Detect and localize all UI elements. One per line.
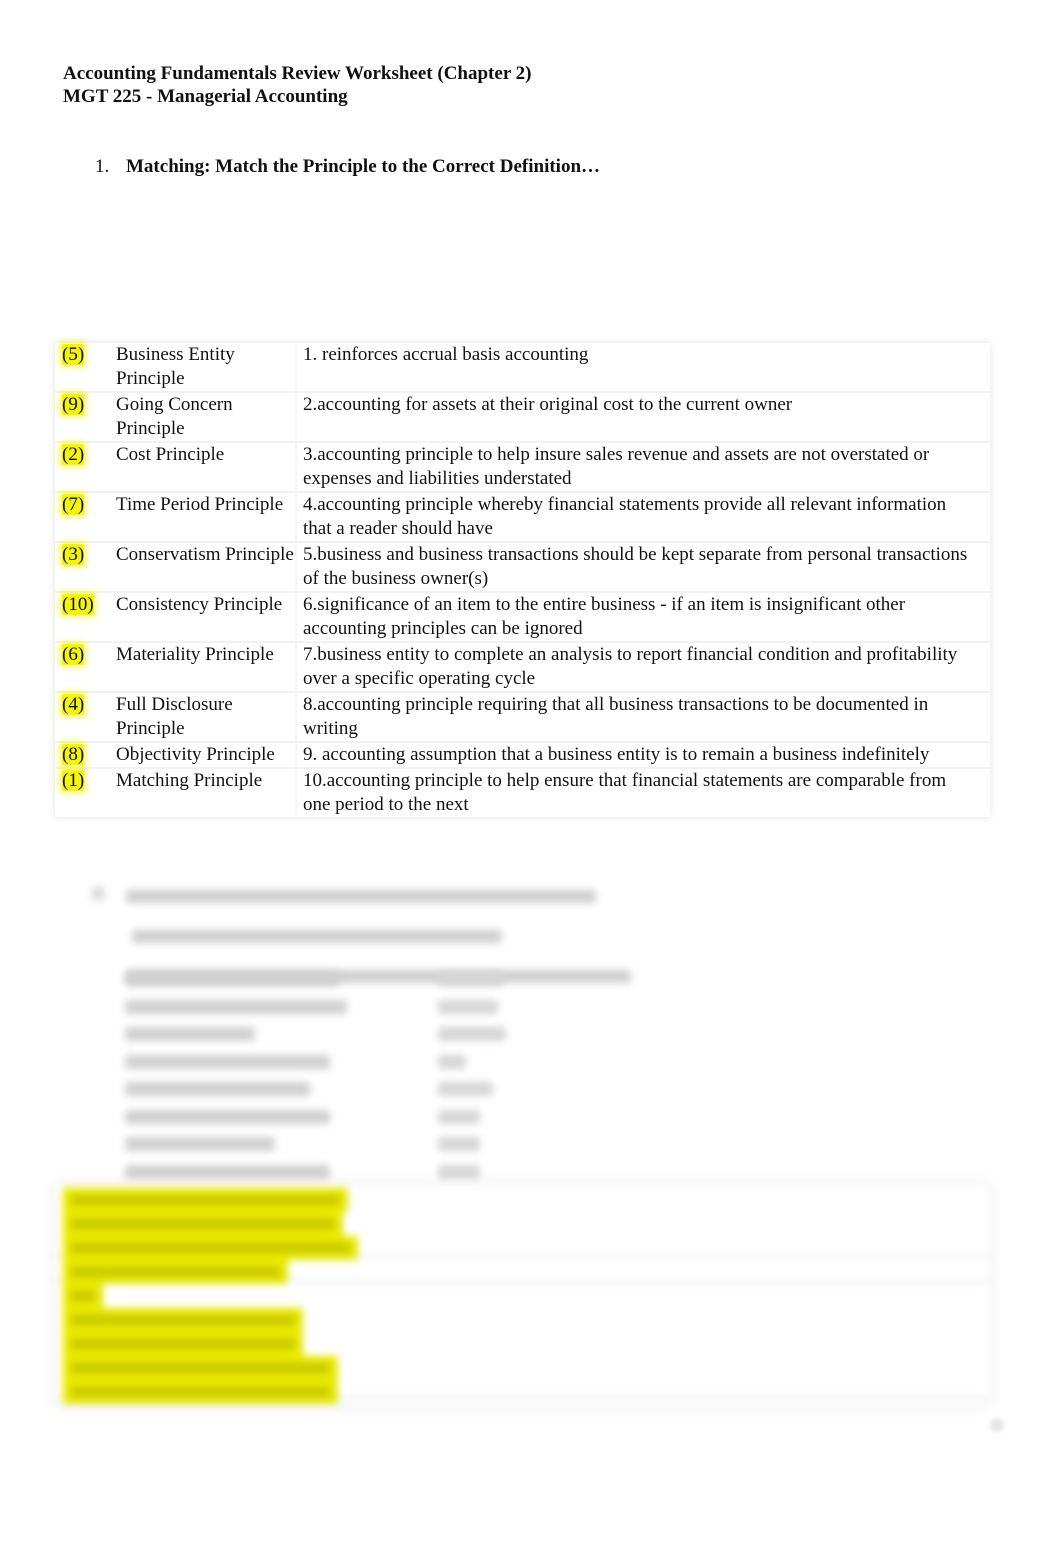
highlighted-answer: (3) bbox=[62, 544, 85, 565]
highlighted-answer: (10) bbox=[62, 594, 94, 615]
principle-cell: Going Concern Principle bbox=[105, 393, 297, 441]
document-header: Accounting Fundamentals Review Worksheet… bbox=[63, 62, 532, 108]
obscured-data-row bbox=[125, 1160, 525, 1188]
highlighted-answer: (5) bbox=[62, 344, 85, 365]
matching-row: (9) Going Concern Principle 2.accounting f… bbox=[55, 393, 990, 443]
principle-cell: Business Entity Principle bbox=[105, 343, 297, 391]
highlighted-answer-line bbox=[63, 1236, 358, 1260]
definition-cell: 7.business entity to complete an analysi… bbox=[303, 644, 958, 689]
definition-cell: 1. reinforces accrual basis accounting bbox=[303, 344, 589, 365]
matching-row: (8) Objectivity Principle 9. accounting as… bbox=[55, 743, 990, 769]
course-title: MGT 225 - Managerial Accounting bbox=[63, 86, 348, 107]
question-prompt: Matching: Match the Principle to the Cor… bbox=[126, 156, 601, 177]
highlighted-answer-line bbox=[63, 1380, 338, 1404]
matching-row: (3) Conservatism Principle 5.business and… bbox=[55, 543, 990, 593]
question-number: 1. bbox=[95, 156, 110, 177]
answer-cell: (2) bbox=[55, 443, 105, 491]
highlighted-answer: (1) bbox=[62, 770, 85, 791]
principle-cell: Objectivity Principle bbox=[105, 743, 297, 767]
matching-row: (7) Time Period Principle 4.accounting pri… bbox=[55, 493, 990, 543]
highlighted-answer: (4) bbox=[62, 694, 85, 715]
question-1-heading: 1. Matching: Match the Principle to the C… bbox=[95, 155, 600, 178]
answer-cell: (10) bbox=[55, 593, 105, 641]
obscured-data-row bbox=[125, 1050, 525, 1078]
obscured-text-line bbox=[126, 890, 596, 903]
answer-cell: (8) bbox=[55, 743, 105, 767]
highlighted-answer-line bbox=[63, 1212, 343, 1236]
principle-cell: Consistency Principle bbox=[105, 593, 297, 641]
principle-cell: Materiality Principle bbox=[105, 643, 297, 691]
obscured-text-line bbox=[132, 930, 502, 943]
highlighted-answer-line bbox=[63, 1356, 338, 1380]
matching-row: (6) Materiality Principle 7.business entit… bbox=[55, 643, 990, 693]
answer-cell: (6) bbox=[55, 643, 105, 691]
page-number-obscured bbox=[990, 1418, 1004, 1432]
principle-cell: Full Disclosure Principle bbox=[105, 693, 297, 741]
definition-cell: 2.accounting for assets at their origina… bbox=[303, 394, 793, 415]
highlighted-answer-line bbox=[63, 1332, 303, 1356]
matching-row: (4) Full Disclosure Principle 8.accounting… bbox=[55, 693, 990, 743]
highlighted-answer-line bbox=[63, 1284, 103, 1308]
definition-cell: 4.accounting principle whereby financial… bbox=[303, 494, 947, 539]
obscured-data-row bbox=[125, 995, 525, 1023]
definition-cell: 6.significance of an item to the entire … bbox=[303, 594, 906, 639]
answer-cell: (5) bbox=[55, 343, 105, 391]
question-2-data-list-obscured bbox=[125, 967, 525, 1187]
obscured-data-row bbox=[125, 1132, 525, 1160]
obscured-data-row bbox=[125, 1105, 525, 1133]
highlighted-answer: (8) bbox=[62, 744, 85, 765]
principle-cell: Cost Principle bbox=[105, 443, 297, 491]
principle-cell: Conservatism Principle bbox=[105, 543, 297, 591]
highlighted-answer-line bbox=[63, 1188, 348, 1212]
definition-cell: 5.business and business transactions sho… bbox=[303, 544, 968, 589]
highlighted-answer-line bbox=[63, 1308, 303, 1332]
question-2-number-obscured bbox=[92, 887, 104, 900]
highlighted-answer: (9) bbox=[62, 394, 85, 415]
definition-cell: 10.accounting principle to help ensure t… bbox=[303, 770, 947, 815]
definition-cell: 8.accounting principle requiring that al… bbox=[303, 694, 929, 739]
matching-row: (2) Cost Principle 3.accounting principle … bbox=[55, 443, 990, 493]
obscured-data-row bbox=[125, 1022, 525, 1050]
matching-row: (1) Matching Principle 10.accounting princ… bbox=[55, 769, 990, 817]
matching-row: (5) Business Entity Principle 1. reinforce… bbox=[55, 343, 990, 393]
answer-cell: (3) bbox=[55, 543, 105, 591]
obscured-data-row bbox=[125, 1077, 525, 1105]
highlighted-answer-line bbox=[63, 1260, 288, 1284]
principle-cell: Time Period Principle bbox=[105, 493, 297, 541]
highlighted-answer: (6) bbox=[62, 644, 85, 665]
principle-cell: Matching Principle bbox=[105, 769, 297, 817]
answer-cell: (7) bbox=[55, 493, 105, 541]
highlighted-answer: (2) bbox=[62, 444, 85, 465]
definition-cell: 3.accounting principle to help insure sa… bbox=[303, 444, 930, 489]
answer-cell: (9) bbox=[55, 393, 105, 441]
matching-row: (10) Consistency Principle 6.significance … bbox=[55, 593, 990, 643]
highlighted-answer: (7) bbox=[62, 494, 85, 515]
matching-table: (5) Business Entity Principle 1. reinforce… bbox=[55, 343, 990, 817]
question-2-answer-box-obscured bbox=[55, 1185, 990, 1405]
obscured-data-row bbox=[125, 967, 525, 995]
definition-cell: 9. accounting assumption that a business… bbox=[303, 744, 930, 765]
answer-cell: (1) bbox=[55, 769, 105, 817]
answer-cell: (4) bbox=[55, 693, 105, 741]
document-title: Accounting Fundamentals Review Worksheet… bbox=[63, 63, 532, 84]
